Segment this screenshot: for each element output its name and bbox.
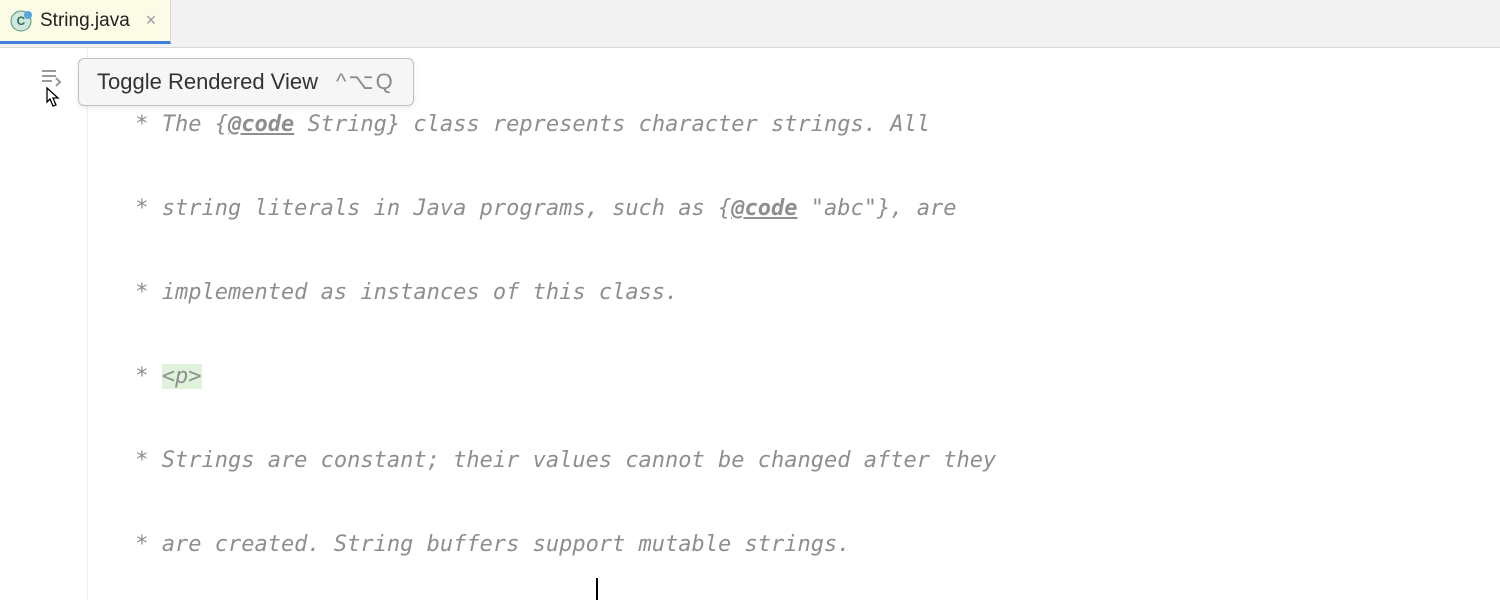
code-editor[interactable]: * The {@code String} class represents ch… [88,48,1500,600]
text-caret [596,578,598,600]
editor-tab[interactable]: C String.java × [0,0,171,44]
code-line: * string literals in Java programs, such… [122,188,1500,230]
tooltip-label: Toggle Rendered View [97,69,318,95]
javadoc-tag: @code [228,112,294,137]
code-line: * implemented as instances of this class… [122,272,1500,314]
tab-filename: String.java [40,10,130,32]
html-tag-highlight: <p> [162,364,202,389]
javadoc-tag: @code [731,196,797,221]
toggle-rendered-view-gutter-icon[interactable] [40,66,64,92]
close-tab-icon[interactable]: × [146,10,157,31]
code-line: * are created. String buffers support mu… [122,524,1500,566]
code-line: * <p> [122,356,1500,398]
java-class-icon: C [10,10,32,32]
tooltip-toggle-rendered-view: Toggle Rendered View ^⌥Q [78,58,414,106]
code-line: * The {@code String} class represents ch… [122,104,1500,146]
editor-area: Toggle Rendered View ^⌥Q * The {@code St… [0,48,1500,600]
tooltip-shortcut: ^⌥Q [336,69,395,95]
tab-bar: C String.java × [0,0,1500,48]
editor-gutter [0,48,88,600]
code-line: * Strings are constant; their values can… [122,440,1500,482]
